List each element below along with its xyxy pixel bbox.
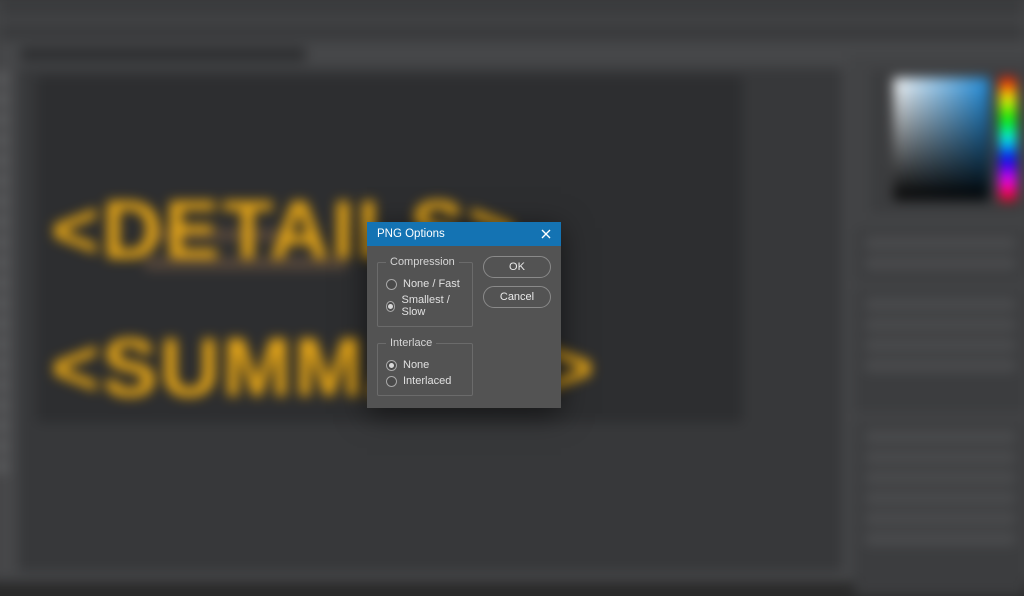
dialog-titlebar[interactable]: PNG Options xyxy=(367,222,561,246)
radio-interlace-none[interactable]: None xyxy=(386,359,464,371)
dialog-title: PNG Options xyxy=(377,228,445,240)
options-bar xyxy=(0,23,1024,41)
swatches-panel xyxy=(855,229,1024,280)
radio-label: Smallest / Slow xyxy=(401,294,464,318)
compression-legend: Compression xyxy=(386,256,459,268)
adjustments-panel xyxy=(855,290,1024,412)
interlace-group: Interlace None Interlaced xyxy=(377,337,473,396)
radio-label: None xyxy=(403,359,429,371)
layers-panel xyxy=(855,423,1024,596)
radio-icon xyxy=(386,360,397,371)
color-picker-field xyxy=(893,78,989,200)
color-panel xyxy=(871,70,1024,213)
radio-icon xyxy=(386,279,397,290)
hue-strip xyxy=(1000,78,1016,200)
menubar xyxy=(0,0,1024,17)
radio-icon xyxy=(386,301,395,312)
dialog-body: Compression None / Fast Smallest / Slow … xyxy=(367,246,561,408)
tools-panel xyxy=(0,66,10,572)
radio-none-fast[interactable]: None / Fast xyxy=(386,278,464,290)
radio-label: Interlaced xyxy=(403,375,451,387)
png-options-dialog: PNG Options Compression None / Fast Smal… xyxy=(367,222,561,408)
radio-icon xyxy=(386,376,397,387)
cancel-button[interactable]: Cancel xyxy=(483,286,551,308)
compression-group: Compression None / Fast Smallest / Slow xyxy=(377,256,473,327)
interlace-legend: Interlace xyxy=(386,337,436,349)
radio-interlaced[interactable]: Interlaced xyxy=(386,375,464,387)
document-tab xyxy=(20,47,306,61)
dialog-options-column: Compression None / Fast Smallest / Slow … xyxy=(377,256,473,396)
close-icon xyxy=(541,229,551,239)
radio-smallest-slow[interactable]: Smallest / Slow xyxy=(386,294,464,318)
close-button[interactable] xyxy=(537,225,555,243)
dialog-button-column: OK Cancel xyxy=(483,256,551,396)
radio-label: None / Fast xyxy=(403,278,460,290)
right-panel-stack xyxy=(849,55,1024,577)
ok-button[interactable]: OK xyxy=(483,256,551,278)
